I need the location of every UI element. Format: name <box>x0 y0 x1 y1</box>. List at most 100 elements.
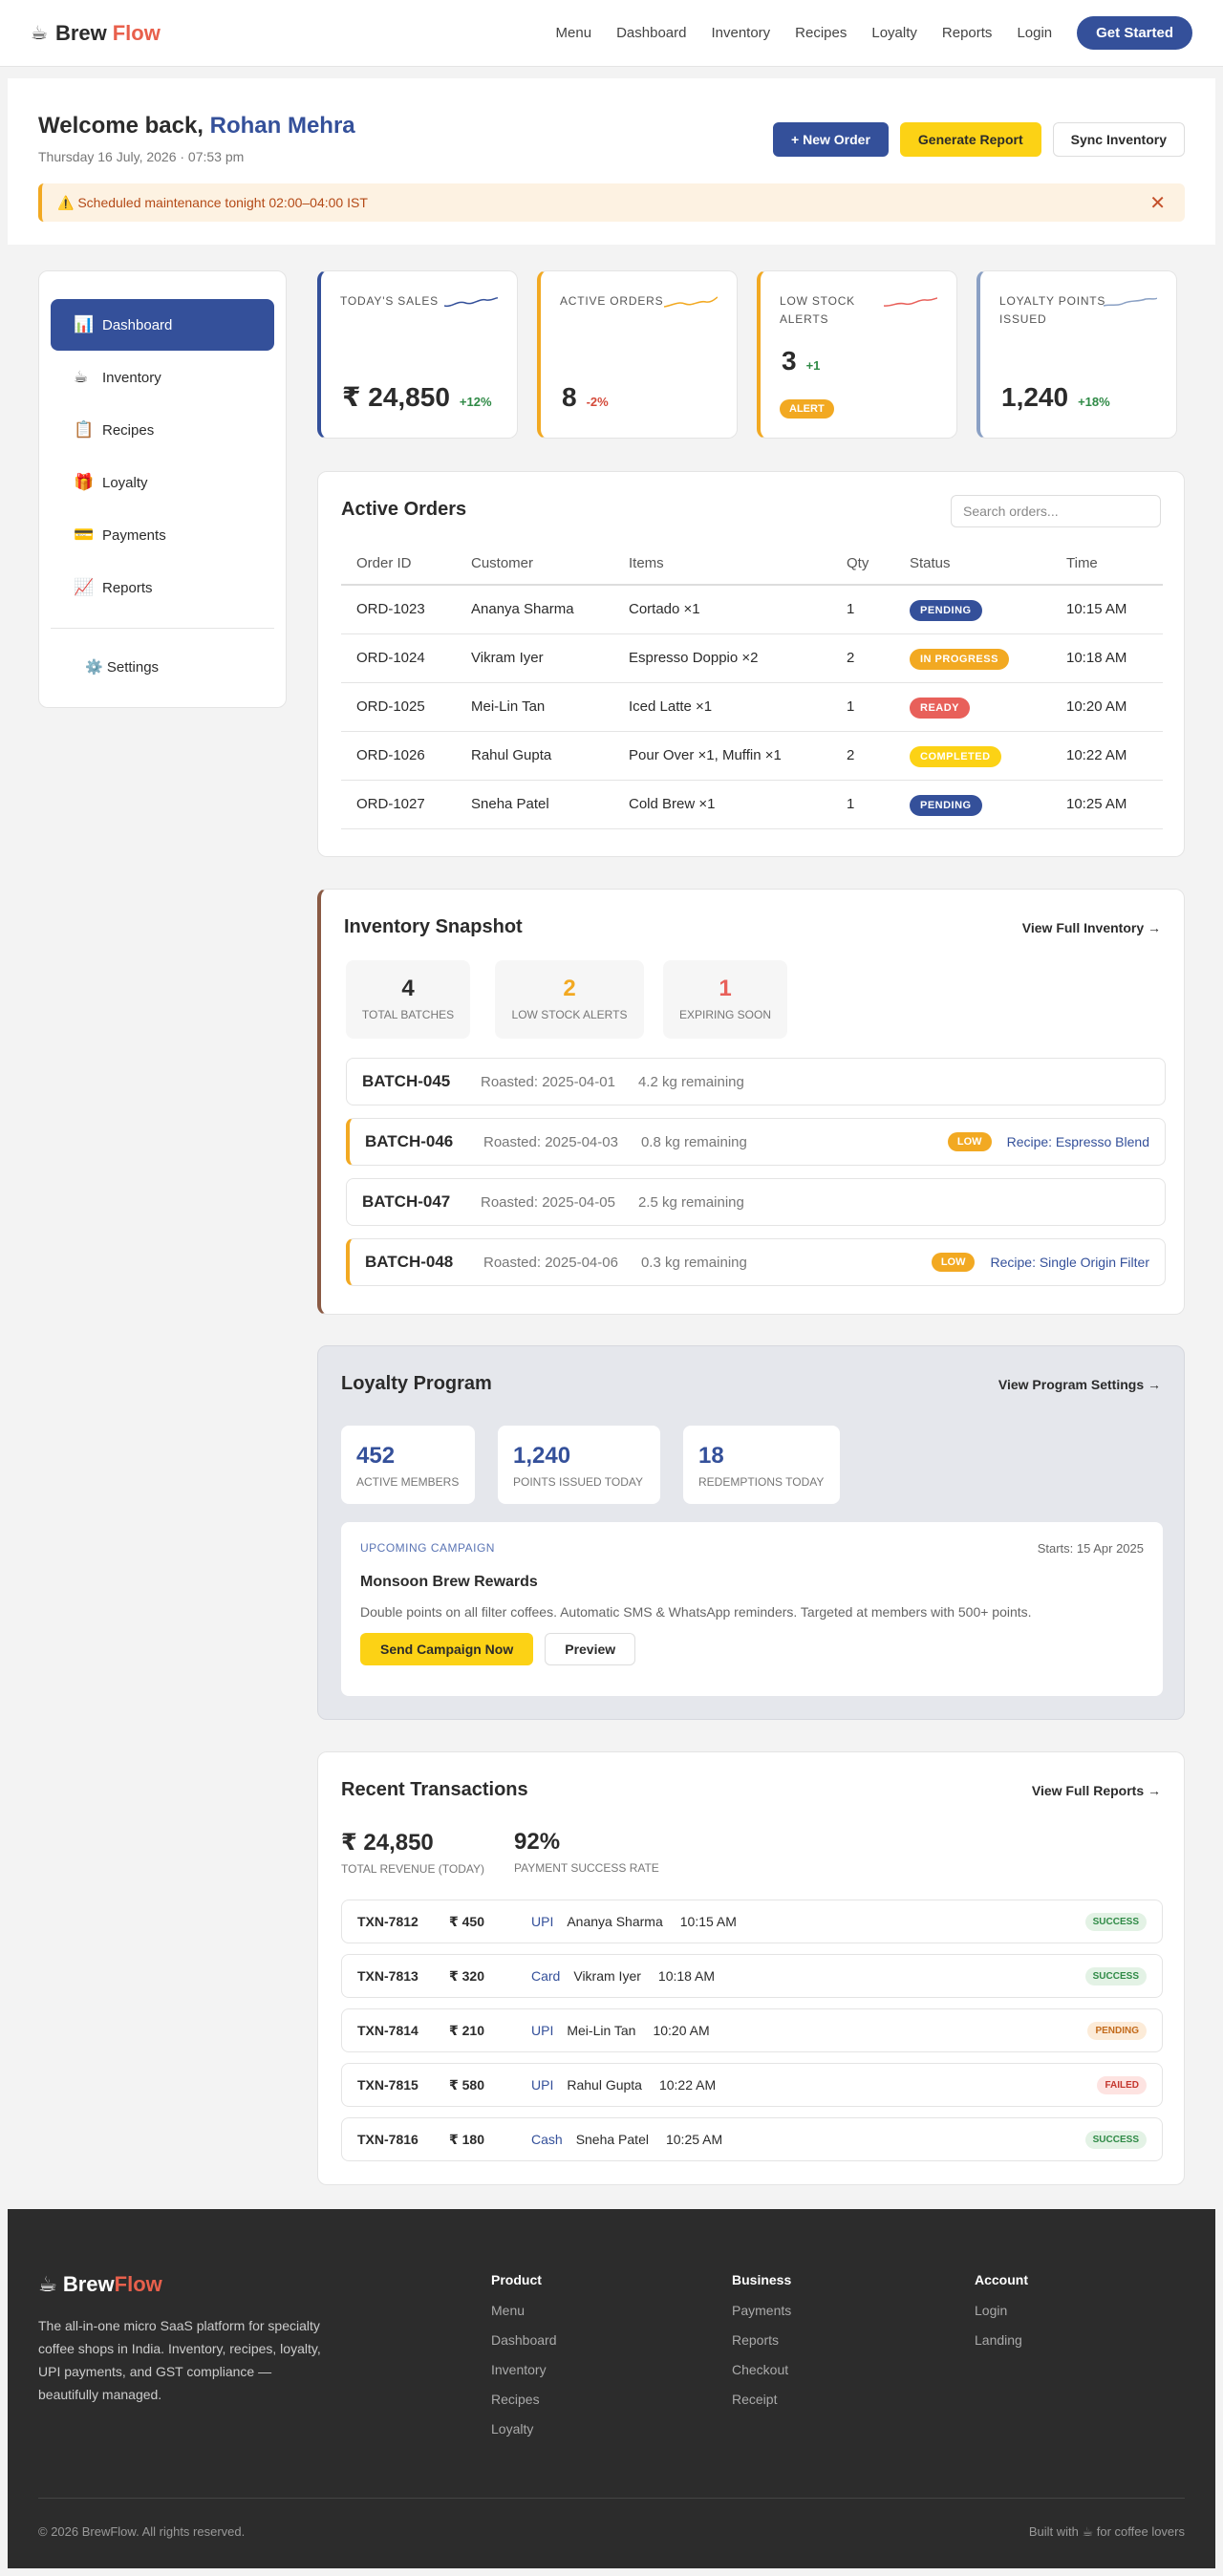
table-row[interactable]: ORD-1027 Sneha Patel Cold Brew ×1 1 PENDING 1… <box>341 780 1163 829</box>
footer-link-checkout[interactable]: Checkout <box>732 2362 791 2377</box>
column-header-items: Items <box>613 543 831 586</box>
status-badge: COMPLETED <box>910 746 1001 767</box>
transaction-row[interactable]: TXN-7813 ₹ 320 Card Vikram Iyer 10:18 AM SUCC… <box>341 1954 1163 1998</box>
nav-link-dashboard[interactable]: Dashboard <box>616 25 686 41</box>
transaction-row[interactable]: TXN-7812 ₹ 450 UPI Ananya Sharma 10:15 AM SUC… <box>341 1900 1163 1943</box>
order-qty: 1 <box>831 780 894 829</box>
footer-link-reports[interactable]: Reports <box>732 2332 791 2348</box>
close-icon[interactable]: ✕ <box>1149 191 1166 215</box>
order-items: Iced Latte ×1 <box>613 682 831 732</box>
footer-link-menu[interactable]: Menu <box>491 2303 557 2318</box>
user-name: Rohan Mehra <box>209 113 355 139</box>
stat-value: 1,240 +18% <box>1001 382 1110 413</box>
preview-button[interactable]: Preview <box>545 1633 636 1665</box>
coffee-cup-icon: ☕ <box>31 23 48 44</box>
footer-divider <box>38 2498 1185 2499</box>
loyalty-title: Loyalty Program <box>341 1373 492 1394</box>
stat-change: +18% <box>1078 395 1110 409</box>
sidebar-item-payments[interactable]: 💳 Payments <box>51 509 274 561</box>
footer-link-recipes[interactable]: Recipes <box>491 2392 557 2407</box>
orders-table: Order ID Customer Items Qty Status Time ORD-1… <box>341 543 1163 829</box>
footer-description: The all-in-one micro SaaS platform for s… <box>38 2318 321 2402</box>
nav-link-login[interactable]: Login <box>1017 25 1052 41</box>
loyalty-stat-label: REDEMPTIONS TODAY <box>698 1475 825 1489</box>
stat-value: 3 +1 <box>782 346 820 376</box>
status-badge: PENDING <box>910 795 982 816</box>
view-full-inventory-link[interactable]: View Full Inventory → <box>1022 920 1161 935</box>
table-row[interactable]: ORD-1025 Mei-Lin Tan Iced Latte ×1 1 READY 10… <box>341 682 1163 732</box>
nav-link-reports[interactable]: Reports <box>942 25 993 41</box>
sidebar-item-inventory[interactable]: ☕ Inventory <box>51 352 274 403</box>
footer-link-payments[interactable]: Payments <box>732 2303 791 2318</box>
transaction-row[interactable]: TXN-7814 ₹ 210 UPI Mei-Lin Tan 10:20 AM PENDI… <box>341 2008 1163 2052</box>
order-customer: Sneha Patel <box>456 780 613 829</box>
campaign-start-date: Starts: 15 Apr 2025 <box>1037 1541 1144 1556</box>
copyright: © 2026 BrewFlow. All rights reserved. <box>38 2524 246 2539</box>
recipe-link[interactable]: Recipe: Single Origin Filter <box>990 1255 1149 1270</box>
sidebar-item-loyalty[interactable]: 🎁 Loyalty <box>51 457 274 508</box>
txn-method: Cash <box>531 2132 563 2147</box>
sparkline-icon <box>444 297 498 308</box>
order-qty: 1 <box>831 585 894 634</box>
campaign-tag: UPCOMING CAMPAIGN <box>360 1541 495 1555</box>
txn-amount: ₹ 210 <box>449 2022 484 2038</box>
brand-name-accent: Flow <box>112 20 161 45</box>
batch-row[interactable]: BATCH-046 Roasted: 2025-04-03 0.8 kg remai… <box>346 1118 1166 1166</box>
footer-link-loyalty[interactable]: Loyalty <box>491 2421 557 2436</box>
txn-id: TXN-7816 <box>357 2132 418 2147</box>
stat-label: Loyalty Points Issued <box>999 294 1106 326</box>
order-time: 10:25 AM <box>1051 780 1163 829</box>
txn-status-badge: SUCCESS <box>1084 1912 1147 1931</box>
view-program-settings-link[interactable]: View Program Settings → <box>998 1377 1161 1392</box>
batch-roasted-date: Roasted: 2025-04-05 <box>481 1193 615 1211</box>
brand-logo[interactable]: ☕ Brew Flow <box>31 21 161 46</box>
table-row[interactable]: ORD-1024 Vikram Iyer Espresso Doppio ×2 2 IN… <box>341 633 1163 683</box>
batch-row[interactable]: BATCH-047 Roasted: 2025-04-05 2.5 kg remai… <box>346 1178 1166 1226</box>
transaction-row[interactable]: TXN-7816 ₹ 180 Cash Sneha Patel 10:25 AM SUCC… <box>341 2117 1163 2161</box>
txn-time: 10:22 AM <box>658 2077 717 2093</box>
footer-link-receipt[interactable]: Receipt <box>732 2392 791 2407</box>
txn-amount: ₹ 320 <box>449 1967 484 1984</box>
footer-link-dashboard[interactable]: Dashboard <box>491 2332 557 2348</box>
send-campaign-button[interactable]: Send Campaign Now <box>360 1633 534 1665</box>
table-row[interactable]: ORD-1023 Ananya Sharma Cortado ×1 1 PENDING 1… <box>341 585 1163 634</box>
footer-logo[interactable]: ☕ BrewFlow <box>38 2272 162 2297</box>
nav-link-recipes[interactable]: Recipes <box>795 25 847 41</box>
new-order-button[interactable]: + New Order <box>773 122 889 157</box>
sync-inventory-button[interactable]: Sync Inventory <box>1052 122 1185 157</box>
transaction-row[interactable]: TXN-7815 ₹ 580 UPI Rahul Gupta 10:22 AM FAILE… <box>341 2063 1163 2107</box>
built-with-text: Built with ☕ for coffee lovers <box>1028 2524 1185 2539</box>
loyalty-stat-value: 1,240 <box>513 1443 571 1469</box>
dashboard-icon: 📊 <box>74 315 95 333</box>
nav-link-menu[interactable]: Menu <box>556 25 592 41</box>
batch-id: BATCH-047 <box>362 1192 451 1211</box>
sidebar-item-recipes[interactable]: 📋 Recipes <box>51 404 274 456</box>
txn-method: UPI <box>531 2023 554 2038</box>
sidebar-item-label: Payments <box>102 526 166 544</box>
order-customer: Vikram Iyer <box>456 633 613 683</box>
txn-time: 10:15 AM <box>679 1914 737 1929</box>
nav-link-inventory[interactable]: Inventory <box>711 25 770 41</box>
footer-link-landing[interactable]: Landing <box>975 2332 1028 2348</box>
batch-roasted-date: Roasted: 2025-04-01 <box>481 1073 615 1090</box>
table-row[interactable]: ORD-1026 Rahul Gupta Pour Over ×1, Muffin … <box>341 731 1163 781</box>
batch-row[interactable]: BATCH-045 Roasted: 2025-04-01 4.2 kg remai… <box>346 1058 1166 1106</box>
txn-customer: Rahul Gupta <box>567 2077 642 2093</box>
sidebar-item-label: Reports <box>102 579 153 596</box>
sidebar-item-settings[interactable]: ⚙️ Settings <box>51 643 274 691</box>
order-time: 10:20 AM <box>1051 682 1163 732</box>
search-orders-input[interactable]: Search orders... <box>951 495 1161 527</box>
recipes-icon: 📋 <box>74 420 95 439</box>
footer-link-login[interactable]: Login <box>975 2303 1028 2318</box>
get-started-button[interactable]: Get Started <box>1077 16 1192 50</box>
footer-link-inventory[interactable]: Inventory <box>491 2362 557 2377</box>
sidebar-item-dashboard[interactable]: 📊 Dashboard <box>51 299 274 351</box>
order-customer: Ananya Sharma <box>456 585 613 634</box>
generate-report-button[interactable]: Generate Report <box>899 122 1041 157</box>
page-title: Welcome back, Rohan Mehra <box>38 113 355 140</box>
sidebar-item-reports[interactable]: 📈 Reports <box>51 562 274 613</box>
recipe-link[interactable]: Recipe: Espresso Blend <box>1007 1134 1149 1149</box>
batch-row[interactable]: BATCH-048 Roasted: 2025-04-06 0.3 kg remai… <box>346 1238 1166 1286</box>
view-full-reports-link[interactable]: View Full Reports → <box>1032 1783 1161 1798</box>
nav-link-loyalty[interactable]: Loyalty <box>871 25 917 41</box>
